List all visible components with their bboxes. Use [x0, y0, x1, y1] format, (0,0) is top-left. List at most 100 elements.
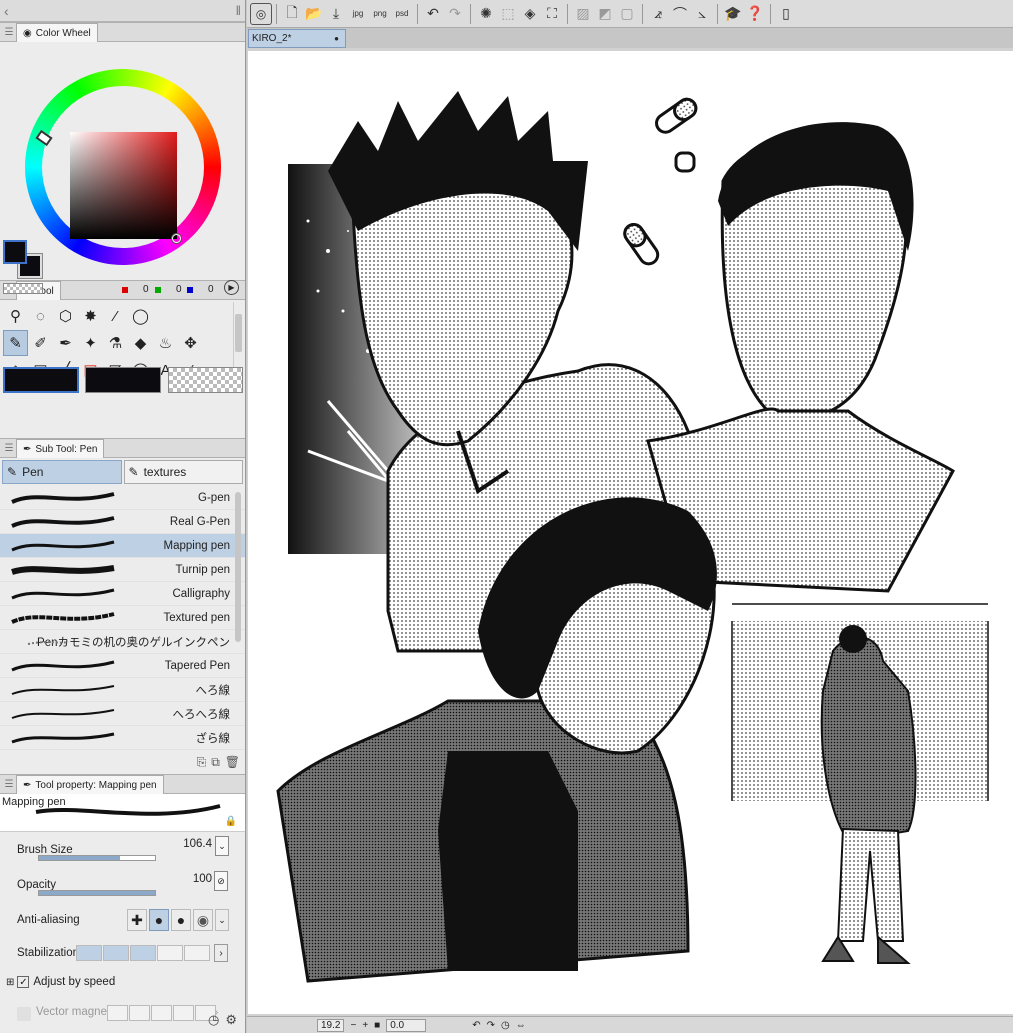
rotate-right-icon[interactable]: ↷	[487, 1020, 495, 1031]
crop-icon[interactable]: ▢	[616, 3, 638, 25]
saturation-value-square[interactable]	[70, 132, 177, 239]
snap-icon[interactable]: ⌒	[669, 3, 691, 25]
aa-medium-icon[interactable]: ●	[171, 909, 191, 931]
transparent-color-bar[interactable]	[168, 367, 243, 393]
settings-wrench-icon[interactable]: ⚙	[225, 1012, 237, 1028]
opacity-dynamics-icon[interactable]: ⊘	[214, 871, 228, 891]
brush-size-slider[interactable]	[38, 855, 156, 861]
expand-icon[interactable]: ⊞	[6, 977, 14, 988]
aa-none-icon[interactable]: ✚	[127, 909, 147, 931]
list-item[interactable]: Penカモミの机の奥のゲルインクペン	[0, 630, 245, 654]
list-item[interactable]: Mapping pen	[0, 534, 245, 558]
panel-menu-icon[interactable]: ☰	[2, 779, 16, 790]
panel-menu-icon[interactable]: ☰	[2, 27, 16, 38]
brush-icon[interactable]: ✒	[53, 330, 78, 356]
auto-select-icon[interactable]: ✸	[78, 303, 103, 329]
zoom-in-icon[interactable]: +	[362, 1020, 368, 1031]
list-item[interactable]: ざら線	[0, 726, 245, 750]
list-item[interactable]: へろ線	[0, 678, 245, 702]
chevron-right-icon[interactable]: ›	[214, 944, 228, 962]
clear-icon[interactable]: ▨	[572, 3, 594, 25]
close-dot-icon[interactable]: ●	[334, 34, 339, 43]
list-item[interactable]: Turnip pen	[0, 558, 245, 582]
collapse-left-icon[interactable]: ‹	[4, 3, 9, 19]
panel-menu-icon[interactable]: ☰	[2, 443, 16, 454]
fit-icon[interactable]: ■	[374, 1020, 380, 1031]
trash-icon[interactable]: 🗑	[225, 755, 240, 769]
select-all-icon[interactable]: ⬚	[497, 3, 519, 25]
dock-grip-icon[interactable]: ‖	[236, 3, 241, 18]
main-color-swatch[interactable]	[3, 240, 27, 264]
reset-icon[interactable]: ◷	[208, 1012, 219, 1028]
adjust-by-speed-checkbox[interactable]: ✓	[17, 976, 30, 988]
list-item[interactable]: へろへろ線	[0, 702, 245, 726]
list-item[interactable]: Tapered Pen	[0, 654, 245, 678]
canvas-area[interactable]	[247, 48, 1013, 1016]
decoration-icon[interactable]: ✦	[78, 330, 103, 356]
transparent-color-swatch[interactable]	[3, 283, 43, 294]
help-icon[interactable]: ❓	[744, 3, 766, 25]
new-file-icon[interactable]: 🗋	[281, 3, 303, 25]
airbrush-icon[interactable]: ⚗	[103, 330, 128, 356]
list-item[interactable]: Calligraphy	[0, 582, 245, 606]
redo-icon[interactable]: ↷	[444, 3, 466, 25]
open-folder-icon[interactable]: 📂	[303, 3, 325, 25]
color-wheel-tab[interactable]: ◉ Color Wheel	[16, 23, 98, 42]
brush-size-value[interactable]: 106.4	[183, 838, 212, 850]
lasso-icon[interactable]: ◯	[128, 303, 153, 329]
zoom-icon[interactable]: ⚲	[3, 303, 28, 329]
reset-rotation-icon[interactable]: ◷	[501, 1020, 510, 1031]
stabilization-level[interactable]	[76, 945, 211, 961]
lock-icon[interactable]: 🔒	[225, 816, 237, 827]
document-tab[interactable]: KIRO_2* ●	[248, 29, 346, 48]
object-icon[interactable]: ⬡	[53, 303, 78, 329]
sv-marker[interactable]	[172, 234, 181, 243]
aa-weak-icon[interactable]: ●	[149, 909, 169, 931]
drawing-canvas[interactable]	[248, 51, 1013, 1014]
export-jpg-icon[interactable]: jpg	[347, 3, 369, 25]
zoom-out-icon[interactable]: −	[350, 1020, 356, 1031]
blend-icon[interactable]: ♨	[153, 330, 178, 356]
copy-icon[interactable]: ⎘	[197, 755, 207, 770]
brush-list-scrollbar[interactable]	[233, 486, 243, 748]
rotate-left-icon[interactable]: ↶	[472, 1020, 480, 1031]
opacity-value[interactable]: 100	[193, 873, 212, 885]
aa-strong-icon[interactable]: ◉	[193, 909, 213, 931]
chevron-down-icon[interactable]: ⌄	[215, 909, 229, 931]
sub-tool-tab[interactable]: ✒ Sub Tool: Pen	[16, 439, 105, 458]
sub-color-bar[interactable]	[85, 367, 161, 393]
list-item[interactable]: Textured pen	[0, 606, 245, 630]
export-png-icon[interactable]: png	[369, 3, 391, 25]
special-ruler-icon[interactable]: ⦣	[691, 3, 713, 25]
move-icon[interactable]: ◌	[28, 303, 53, 329]
undo-icon[interactable]: ↶	[422, 3, 444, 25]
tool-property-tab[interactable]: ✒ Tool property: Mapping pen	[16, 775, 164, 794]
list-item[interactable]: G-pen	[0, 486, 245, 510]
main-color-bar[interactable]	[3, 367, 79, 393]
rotation-value[interactable]: 0.0	[386, 1018, 427, 1032]
list-item[interactable]: Real G-Pen	[0, 510, 245, 534]
tab-textures[interactable]: ✎ textures	[123, 460, 243, 484]
transform-icon[interactable]: ⛶	[541, 3, 563, 25]
flip-icon[interactable]: ⇔	[516, 1020, 526, 1031]
learn-icon[interactable]: 🎓	[722, 3, 744, 25]
app-logo-icon[interactable]: ◎	[250, 2, 272, 25]
zoom-value[interactable]: 19.2	[317, 1018, 345, 1032]
eraser-icon[interactable]: ◆	[128, 330, 153, 356]
loading-icon[interactable]: ✺	[475, 3, 497, 25]
export-psd-icon[interactable]: psd	[391, 3, 413, 25]
eyedropper-icon[interactable]: ⁄	[103, 303, 128, 329]
pen-icon[interactable]: ✎	[3, 330, 28, 356]
invert-icon[interactable]: ◩	[594, 3, 616, 25]
tab-pen[interactable]: ✎ Pen	[2, 460, 122, 484]
pencil-icon[interactable]: ✐	[28, 330, 53, 356]
ruler-snap-icon[interactable]: ⦨	[647, 3, 669, 25]
duplicate-icon[interactable]: ⧉	[211, 755, 220, 770]
opacity-slider[interactable]	[38, 890, 156, 896]
vector-magnet-level[interactable]	[107, 1005, 217, 1021]
save-icon[interactable]: ⤓	[325, 3, 347, 25]
move-layer-icon[interactable]: ✥	[178, 330, 203, 356]
brush-size-dynamics-icon[interactable]: ⌄	[215, 836, 229, 856]
color-mode-play-icon[interactable]: ▶	[224, 280, 239, 295]
fill-bucket-icon[interactable]: ◈	[519, 3, 541, 25]
